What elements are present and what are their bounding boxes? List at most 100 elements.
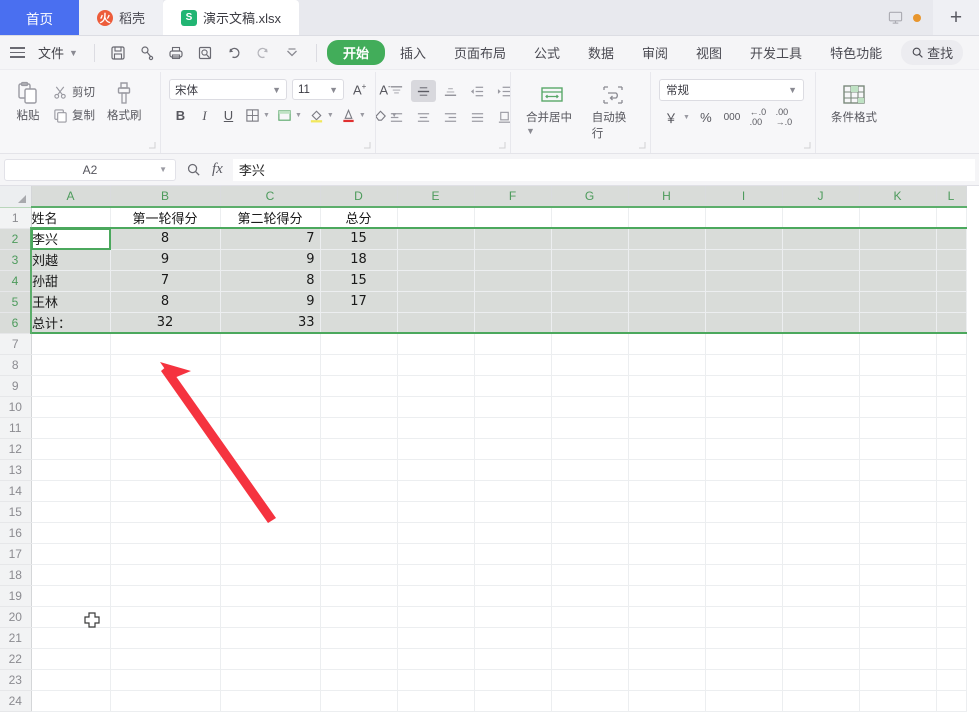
cell-B17[interactable]: [110, 543, 221, 565]
cell-A19[interactable]: [31, 585, 111, 607]
cell-G11[interactable]: [551, 417, 629, 439]
cell-L19[interactable]: [936, 585, 967, 607]
undo-icon[interactable]: [221, 41, 248, 65]
cell-E9[interactable]: [397, 375, 475, 397]
wrap-text-button[interactable]: 自动换行: [585, 80, 642, 144]
column-header-L[interactable]: L: [936, 186, 967, 208]
cell-L16[interactable]: [936, 522, 967, 544]
cell-E5[interactable]: [397, 291, 475, 313]
cell-C24[interactable]: [220, 690, 321, 712]
cell-A2[interactable]: 李兴: [31, 227, 111, 250]
column-header-H[interactable]: H: [628, 186, 706, 208]
cell-A21[interactable]: [31, 627, 111, 649]
cell-J10[interactable]: [782, 396, 860, 418]
cell-H10[interactable]: [628, 396, 706, 418]
cell-K17[interactable]: [859, 543, 937, 565]
cell-B22[interactable]: [110, 648, 221, 670]
cell-E17[interactable]: [397, 543, 475, 565]
cell-B14[interactable]: [110, 480, 221, 502]
cell-K12[interactable]: [859, 438, 937, 460]
underline-button[interactable]: U: [217, 105, 240, 126]
find-button[interactable]: 查找: [901, 40, 964, 65]
cell-L1[interactable]: [936, 207, 967, 229]
cell-I18[interactable]: [705, 564, 783, 586]
formula-input[interactable]: 李兴: [232, 158, 975, 181]
cell-K3[interactable]: [859, 249, 937, 271]
cell-F20[interactable]: [474, 606, 552, 628]
cut-button[interactable]: 剪切: [48, 82, 100, 102]
cell-L23[interactable]: [936, 669, 967, 691]
cell-C3[interactable]: 9: [220, 249, 321, 271]
cell-C15[interactable]: [220, 501, 321, 523]
cell-D6[interactable]: [320, 312, 398, 334]
cell-E21[interactable]: [397, 627, 475, 649]
cell-K23[interactable]: [859, 669, 937, 691]
cell-F5[interactable]: [474, 291, 552, 313]
cell-E13[interactable]: [397, 459, 475, 481]
cell-D20[interactable]: [320, 606, 398, 628]
cell-C9[interactable]: [220, 375, 321, 397]
cell-F23[interactable]: [474, 669, 552, 691]
cell-D17[interactable]: [320, 543, 398, 565]
cell-F9[interactable]: [474, 375, 552, 397]
cell-B11[interactable]: [110, 417, 221, 439]
cell-H23[interactable]: [628, 669, 706, 691]
cell-D12[interactable]: [320, 438, 398, 460]
cell-I21[interactable]: [705, 627, 783, 649]
cell-C21[interactable]: [220, 627, 321, 649]
row-header-11[interactable]: 11: [0, 417, 32, 439]
cell-J3[interactable]: [782, 249, 860, 271]
tab-home[interactable]: 首页: [0, 0, 79, 35]
cell-I20[interactable]: [705, 606, 783, 628]
cell-B23[interactable]: [110, 669, 221, 691]
column-header-J[interactable]: J: [782, 186, 860, 208]
cell-B12[interactable]: [110, 438, 221, 460]
cell-J5[interactable]: [782, 291, 860, 313]
cell-G5[interactable]: [551, 291, 629, 313]
cell-K24[interactable]: [859, 690, 937, 712]
cell-K1[interactable]: [859, 207, 937, 229]
cell-H6[interactable]: [628, 312, 706, 334]
cell-F13[interactable]: [474, 459, 552, 481]
column-header-D[interactable]: D: [320, 186, 398, 208]
row-header-2[interactable]: 2: [0, 228, 32, 250]
cell-A16[interactable]: [31, 522, 111, 544]
cell-H9[interactable]: [628, 375, 706, 397]
row-header-3[interactable]: 3: [0, 249, 32, 271]
cell-I24[interactable]: [705, 690, 783, 712]
cell-C20[interactable]: [220, 606, 321, 628]
cell-L18[interactable]: [936, 564, 967, 586]
column-header-K[interactable]: K: [859, 186, 937, 208]
cell-K10[interactable]: [859, 396, 937, 418]
cell-J23[interactable]: [782, 669, 860, 691]
cell-E19[interactable]: [397, 585, 475, 607]
chevron-down-icon[interactable]: ▼: [683, 114, 690, 121]
cell-F14[interactable]: [474, 480, 552, 502]
cell-C22[interactable]: [220, 648, 321, 670]
cell-F17[interactable]: [474, 543, 552, 565]
cell-I9[interactable]: [705, 375, 783, 397]
monitor-icon[interactable]: [888, 10, 903, 25]
cell-I12[interactable]: [705, 438, 783, 460]
cell-K6[interactable]: [859, 312, 937, 334]
cell-E15[interactable]: [397, 501, 475, 523]
cell-F1[interactable]: [474, 207, 552, 229]
cell-L5[interactable]: [936, 291, 967, 313]
italic-button[interactable]: I: [193, 105, 216, 126]
cell-J14[interactable]: [782, 480, 860, 502]
ribbon-tab-view[interactable]: 视图: [683, 40, 735, 65]
cell-I19[interactable]: [705, 585, 783, 607]
row-header-18[interactable]: 18: [0, 564, 32, 586]
cell-G13[interactable]: [551, 459, 629, 481]
search-doc-icon[interactable]: [134, 41, 161, 65]
cell-G14[interactable]: [551, 480, 629, 502]
cell-C4[interactable]: 8: [220, 270, 321, 292]
cell-D16[interactable]: [320, 522, 398, 544]
cell-G24[interactable]: [551, 690, 629, 712]
column-header-I[interactable]: I: [705, 186, 783, 208]
cell-I15[interactable]: [705, 501, 783, 523]
align-bottom-button[interactable]: [438, 80, 463, 102]
cell-D18[interactable]: [320, 564, 398, 586]
cell-A5[interactable]: 王林: [31, 291, 111, 313]
cell-G15[interactable]: [551, 501, 629, 523]
